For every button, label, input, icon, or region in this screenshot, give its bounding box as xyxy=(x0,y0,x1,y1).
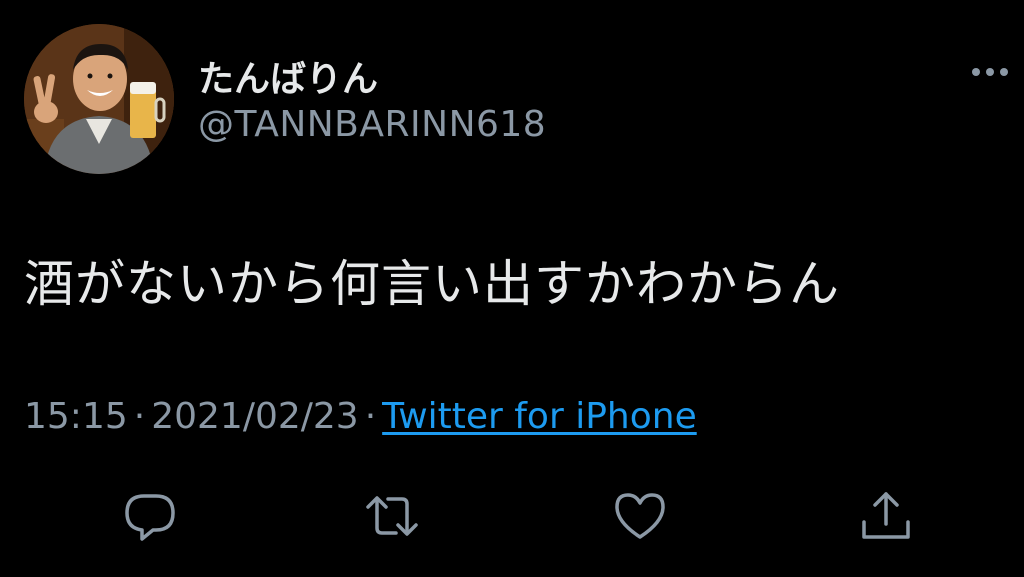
retweet-icon[interactable] xyxy=(364,488,420,544)
avatar[interactable] xyxy=(24,24,174,174)
source-link[interactable]: Twitter for iPhone xyxy=(382,396,697,437)
share-icon[interactable] xyxy=(858,488,914,544)
display-name[interactable]: たんばりん xyxy=(198,50,378,102)
more-options-icon[interactable] xyxy=(966,56,1014,88)
meta-separator: · xyxy=(133,396,146,437)
tweet-date: 2021/02/23 xyxy=(151,396,359,437)
like-icon[interactable] xyxy=(612,488,668,544)
tweet-meta: 15:15 · 2021/02/23 · Twitter for iPhone xyxy=(24,396,697,437)
reply-icon[interactable] xyxy=(122,488,178,544)
tweet-text: 酒がないから何言い出すかわからん xyxy=(24,255,840,313)
meta-separator: · xyxy=(364,396,377,437)
tweet-time: 15:15 xyxy=(24,396,128,437)
user-handle[interactable]: @TANNBARINN618 xyxy=(198,104,546,145)
profile-photo-icon xyxy=(24,24,174,174)
tweet-detail: たんばりん @TANNBARINN618 酒がないから何言い出すかわからん 15… xyxy=(0,0,1024,577)
